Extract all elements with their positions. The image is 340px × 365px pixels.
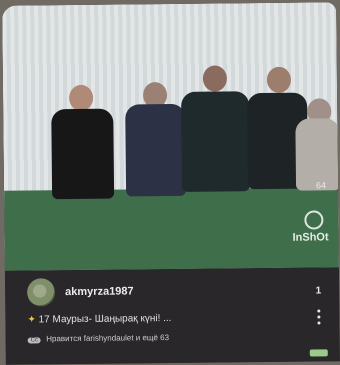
avatar[interactable] <box>26 278 56 307</box>
post-card: 64 InShOt akmyrza1987 1 ✦ 17 Маурыз- Шаң… <box>2 2 340 365</box>
video-overlay-count: 64 <box>315 180 327 191</box>
green-tag <box>309 349 328 357</box>
dot <box>317 315 321 319</box>
video-preview[interactable]: 64 InShOt <box>2 2 339 271</box>
more-options-icon[interactable] <box>317 309 321 325</box>
person-body <box>181 91 251 192</box>
dot <box>317 309 321 313</box>
person-head <box>68 84 94 112</box>
person-body <box>51 108 115 200</box>
dot <box>317 321 321 325</box>
post-caption[interactable]: ✦ 17 Маурыз- Шаңырақ күні! ... <box>27 313 171 326</box>
post-counter: 1 <box>315 285 322 297</box>
inshot-watermark-text: InShOt <box>292 231 329 244</box>
post-info: akmyrza1987 1 ✦ 17 Маурыз- Шаңырақ күні!… <box>4 267 340 365</box>
person-head <box>202 65 228 92</box>
person-head <box>266 66 292 93</box>
likes-text: Нравится farishyndaulet и ещё 63 <box>46 333 170 344</box>
likes-badge: Cc <box>27 337 42 344</box>
likes-line[interactable]: Cc Нравится farishyndaulet и ещё 63 <box>27 333 170 344</box>
username[interactable]: akmyrza1987 <box>65 285 134 298</box>
inshot-circle-icon <box>304 210 324 230</box>
inshot-watermark: InShOt <box>292 210 332 246</box>
green-floor <box>4 187 339 271</box>
sparkle-icon: ✦ <box>27 314 36 326</box>
person-body <box>125 103 187 197</box>
caption-text: 17 Маурыз- Шаңырақ күні! ... <box>38 313 172 326</box>
